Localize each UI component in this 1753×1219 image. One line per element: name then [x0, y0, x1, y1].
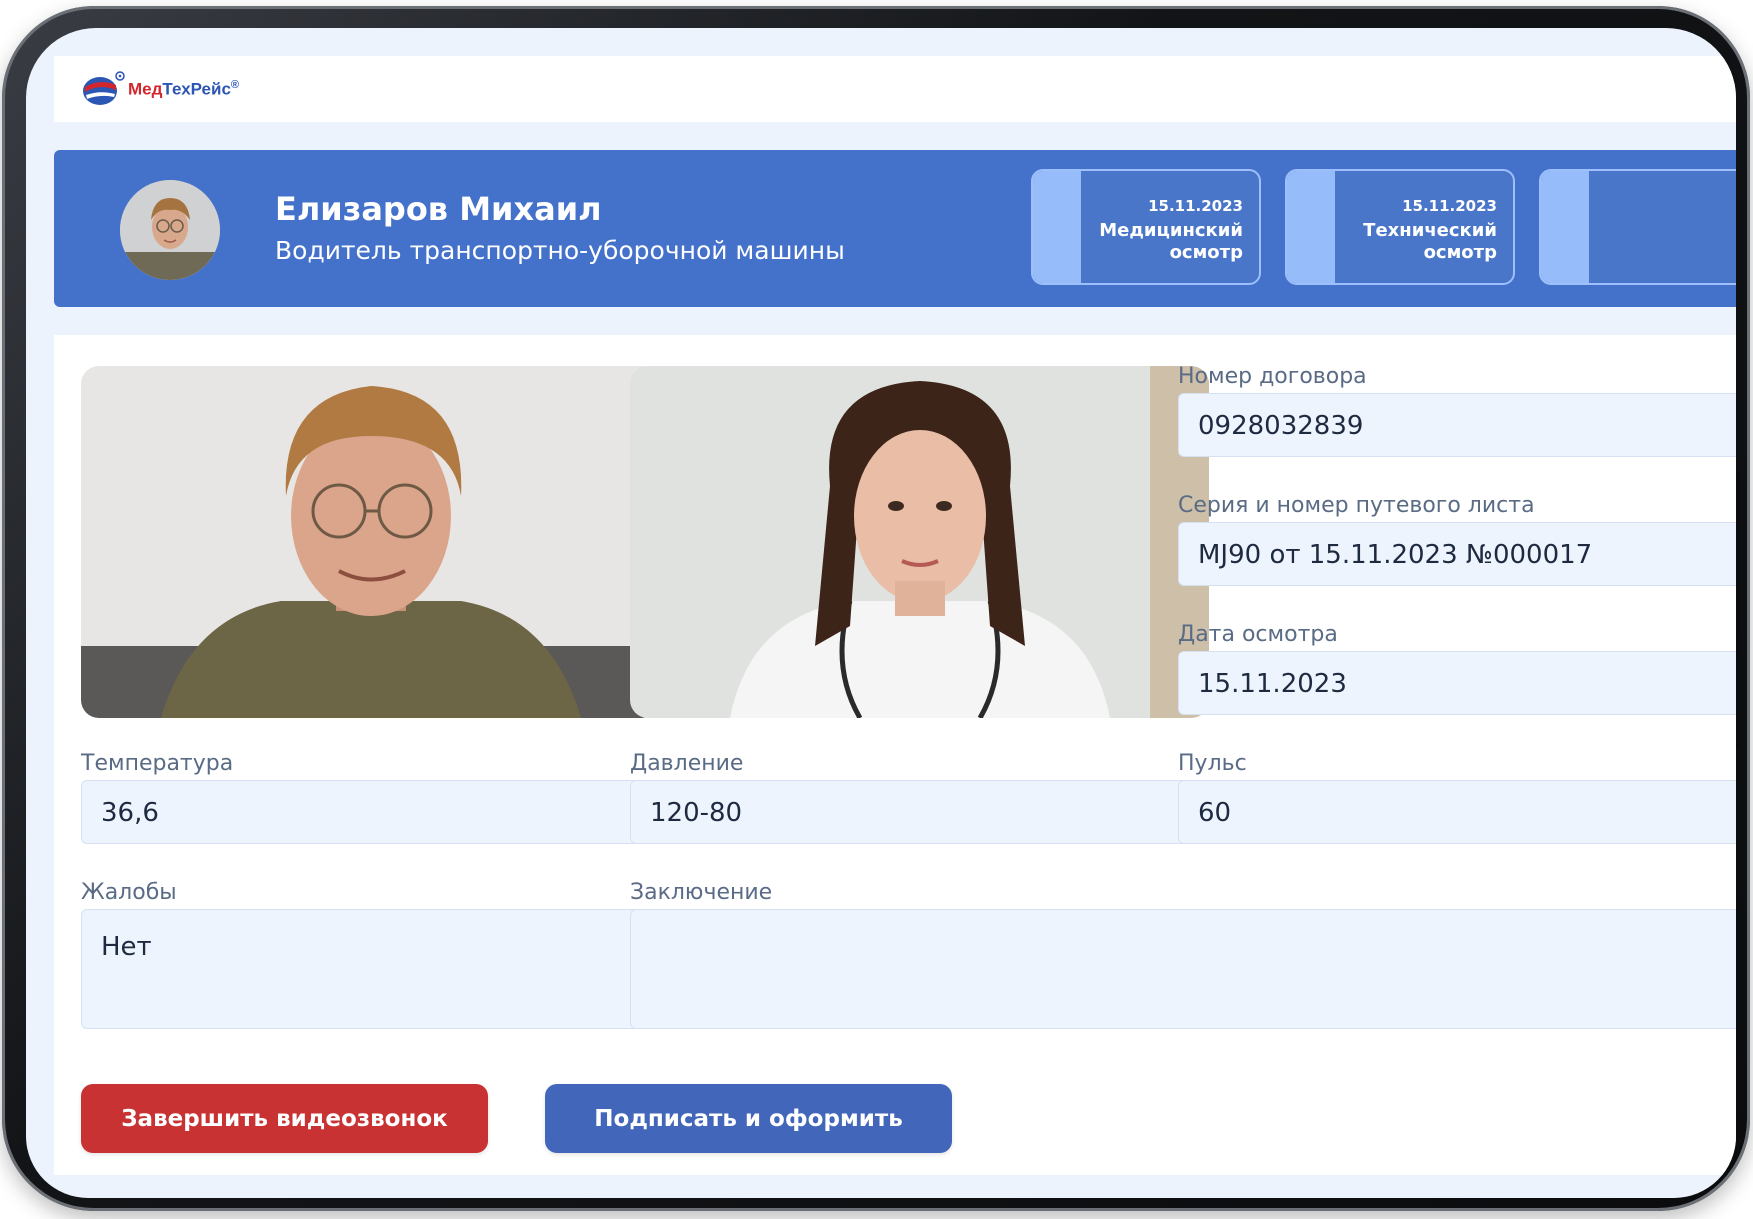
driver-video-image [81, 366, 660, 718]
exam-card-title-line1: Технический [1363, 220, 1497, 241]
sign-and-submit-button[interactable]: Подписать и оформить [545, 1084, 952, 1153]
conclusion-field[interactable] [630, 909, 1736, 1029]
exam-card-stripe [1287, 171, 1335, 283]
doctor-video [630, 366, 1209, 718]
exam-card-technical[interactable]: 15.11.2023 Технический осмотр [1285, 169, 1515, 285]
doctor-video-image [630, 366, 1209, 718]
complaints-label: Жалобы [81, 880, 177, 905]
waybill-field[interactable]: MJ90 от 15.11.2023 №000017 [1178, 522, 1736, 586]
exam-card-date: 15.11.2023 [1402, 197, 1497, 215]
exam-card-title: Технический осмотр [1363, 220, 1497, 264]
logo-text-part2: ТехРейс [162, 79, 231, 99]
profile-banner: Елизаров Михаил Водитель транспортно-убо… [54, 150, 1736, 307]
exam-card-title-line2: осмотр [1169, 242, 1243, 263]
logo-text: МедТехРейс® [128, 79, 239, 100]
driver-position: Водитель транспортно-уборочной машины [275, 236, 845, 265]
avatar [120, 180, 220, 280]
pulse-label: Пульс [1178, 751, 1247, 776]
company-logo[interactable]: МедТехРейс® [80, 70, 239, 108]
exam-card-title-line1: Медицинский [1099, 220, 1243, 241]
temperature-field[interactable]: 36,6 [81, 780, 660, 844]
temperature-label: Температура [81, 751, 234, 776]
exam-card-date: 15.11.2023 [1148, 197, 1243, 215]
exam-card-stripe [1541, 171, 1589, 283]
exam-card-partial[interactable] [1539, 169, 1736, 285]
registered-mark: ® [230, 78, 240, 91]
exam-card-medical[interactable]: 15.11.2023 Медицинский осмотр [1031, 169, 1261, 285]
pulse-field[interactable]: 60 [1178, 780, 1736, 844]
pressure-field[interactable]: 120-80 [630, 780, 1209, 844]
exam-date-field[interactable]: 15.11.2023 [1178, 651, 1736, 715]
tablet-frame: МедТехРейс® Елизаров Михаил Водитель тра… [2, 6, 1750, 1211]
logo-mark-icon [83, 71, 125, 105]
exam-card-stripe [1033, 171, 1081, 283]
end-video-call-button[interactable]: Завершить видеозвонок [81, 1084, 488, 1153]
exam-card-title: Медицинский осмотр [1099, 220, 1243, 264]
logo-text-part1: Мед [128, 79, 163, 99]
exam-date-label: Дата осмотра [1178, 622, 1338, 647]
conclusion-label: Заключение [630, 880, 773, 905]
complaints-field[interactable]: Нет [81, 909, 660, 1029]
driver-video [81, 366, 660, 718]
exam-form-panel: Номер договора 0928032839 Серия и номер … [54, 335, 1736, 1175]
waybill-label: Серия и номер путевого листа [1178, 493, 1535, 518]
contract-number-field[interactable]: 0928032839 [1178, 393, 1736, 457]
pressure-label: Давление [630, 751, 744, 776]
exam-card-title-line2: осмотр [1423, 242, 1497, 263]
brand-bar: МедТехРейс® [54, 56, 1736, 122]
driver-name: Елизаров Михаил [275, 190, 602, 228]
contract-number-label: Номер договора [1178, 364, 1367, 389]
screen: МедТехРейс® Елизаров Михаил Водитель тра… [26, 28, 1736, 1198]
avatar-portrait-image [120, 180, 220, 280]
